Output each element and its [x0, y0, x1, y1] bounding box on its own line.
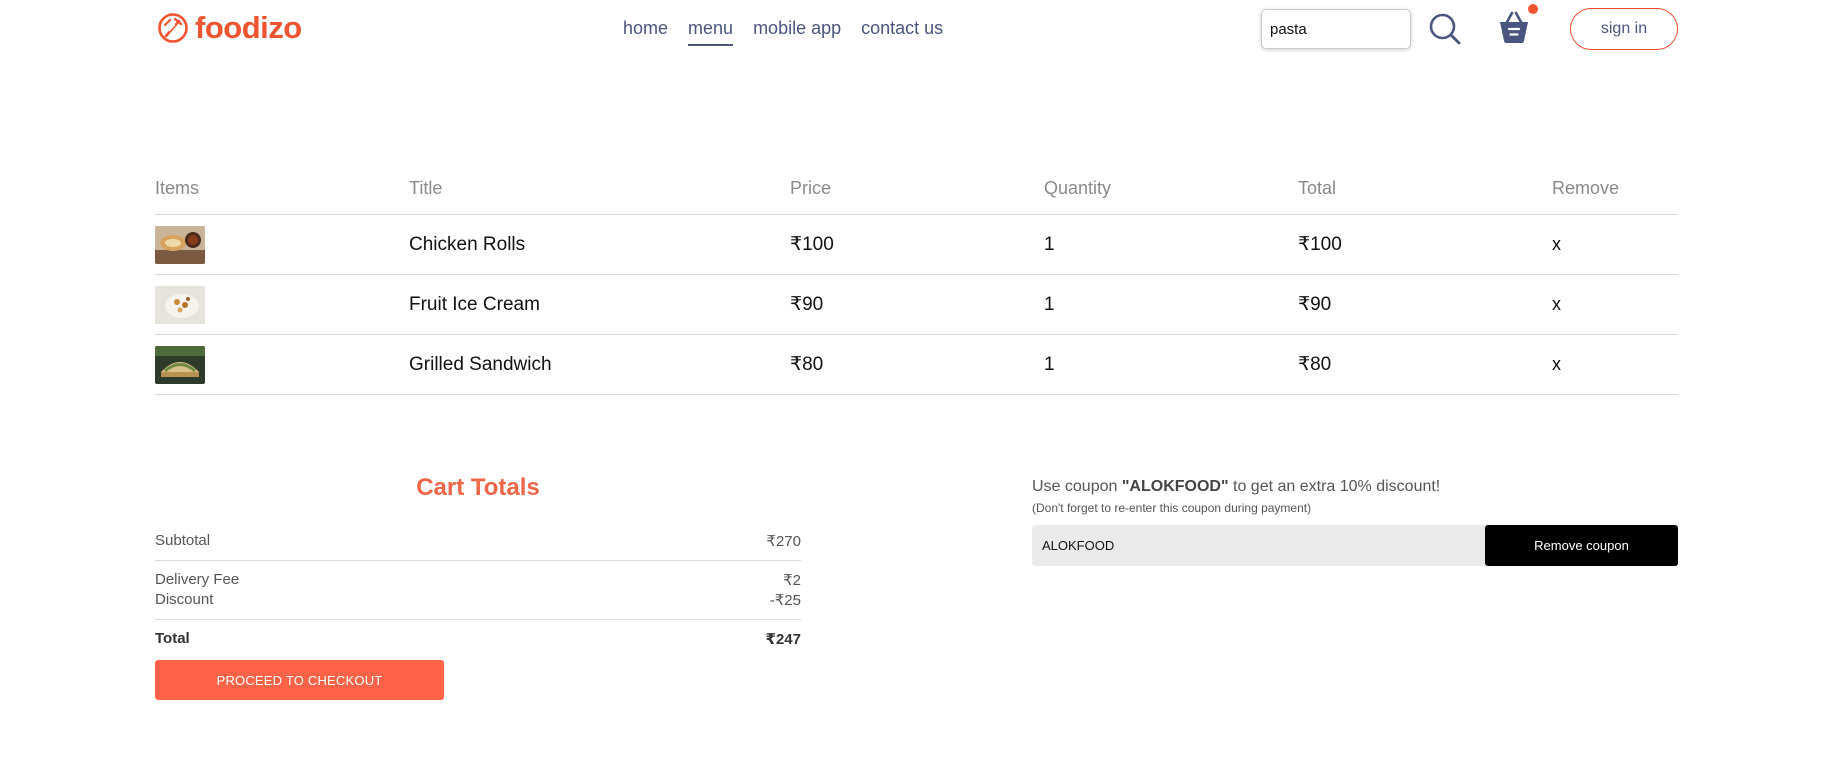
item-price: ₹80 [790, 354, 824, 375]
table-row: Fruit Ice Cream ₹90 1 ₹90 x [155, 275, 1678, 335]
item-quantity: 1 [1044, 293, 1055, 315]
subtotal-block: Subtotal ₹270 [155, 526, 801, 561]
header-quantity: Quantity [1044, 178, 1112, 198]
discount-label: Discount [155, 591, 214, 608]
basket-icon[interactable] [1498, 10, 1530, 44]
table-header-row: Items Title Price Quantity Total Remove [155, 163, 1678, 215]
fruit-ice-cream-image [155, 285, 205, 324]
nav-home[interactable]: home [623, 16, 668, 46]
total-value: ₹247 [765, 631, 801, 648]
item-price: ₹100 [790, 234, 834, 255]
discount-value: -₹25 [769, 592, 801, 609]
header-items: Items [155, 178, 200, 198]
remove-item-button[interactable]: x [1552, 234, 1678, 255]
top-navbar: foodizo home menu mobile app contact us … [0, 0, 1825, 60]
brand-name: foodizo [195, 10, 302, 45]
coupon-text-before: Use coupon [1032, 478, 1122, 495]
brand-logo[interactable]: foodizo [157, 9, 302, 47]
subtotal-label: Subtotal [155, 532, 211, 549]
proceed-to-checkout-button[interactable]: PROCEED TO CHECKOUT [155, 660, 444, 700]
item-total: ₹100 [1298, 234, 1342, 255]
search-icon[interactable] [1428, 12, 1462, 46]
item-title: Fruit Ice Cream [409, 293, 540, 315]
table-row: Grilled Sandwich ₹80 1 ₹80 x [155, 335, 1678, 395]
header-price: Price [790, 178, 832, 198]
header-total: Total [1298, 178, 1337, 198]
nav-mobile-app[interactable]: mobile app [753, 16, 841, 46]
grilled-sandwich-image [155, 345, 205, 384]
item-quantity: 1 [1044, 353, 1055, 375]
remove-coupon-button[interactable]: Remove coupon [1485, 525, 1678, 566]
coupon-text-after: to get an extra 10% discount! [1228, 478, 1441, 495]
remove-item-button[interactable]: x [1552, 294, 1678, 315]
table-row: Chicken Rolls ₹100 1 ₹100 x [155, 215, 1678, 275]
total-label: Total [155, 630, 190, 647]
nav-menu[interactable]: menu [688, 16, 734, 46]
item-title: Chicken Rolls [409, 233, 526, 255]
subtotal-value: ₹270 [766, 533, 801, 550]
header-remove: Remove [1552, 178, 1620, 198]
delivery-fee-label: Delivery Fee [155, 571, 240, 588]
coupon-promo-text: Use coupon "ALOKFOOD" to get an extra 10… [1032, 476, 1678, 498]
item-total: ₹90 [1298, 294, 1332, 315]
main-nav: home menu mobile app contact us [623, 16, 943, 46]
coupon-code-highlight: "ALOKFOOD" [1121, 478, 1229, 495]
cart-totals-panel: Cart Totals Subtotal ₹270 Delivery Fee ₹… [155, 474, 801, 700]
delivery-fee-value: ₹2 [783, 572, 801, 589]
search-input[interactable] [1261, 9, 1411, 49]
nav-contact-us[interactable]: contact us [861, 16, 943, 46]
coupon-form: Remove coupon [1032, 525, 1678, 566]
cart-notification-dot [1528, 4, 1538, 14]
coupon-note: (Don't forget to re-enter this coupon du… [1032, 501, 1312, 515]
fork-logo-icon [158, 13, 188, 43]
item-price: ₹90 [790, 294, 824, 315]
chicken-rolls-image [155, 225, 205, 264]
item-total: ₹80 [1298, 354, 1332, 375]
coupon-panel: Use coupon "ALOKFOOD" to get an extra 10… [1032, 476, 1678, 566]
item-quantity: 1 [1044, 233, 1055, 255]
item-title: Grilled Sandwich [409, 353, 552, 375]
fees-block: Delivery Fee ₹2 Discount -₹25 [155, 561, 801, 620]
grand-total-block: Total ₹247 [155, 620, 801, 660]
remove-item-button[interactable]: x [1552, 354, 1678, 375]
cart-items-table: Items Title Price Quantity Total Remove … [155, 163, 1678, 395]
coupon-code-input[interactable] [1032, 525, 1485, 566]
cart-totals-title: Cart Totals [416, 474, 540, 501]
header-title: Title [409, 178, 443, 198]
sign-in-button[interactable]: sign in [1570, 8, 1678, 50]
